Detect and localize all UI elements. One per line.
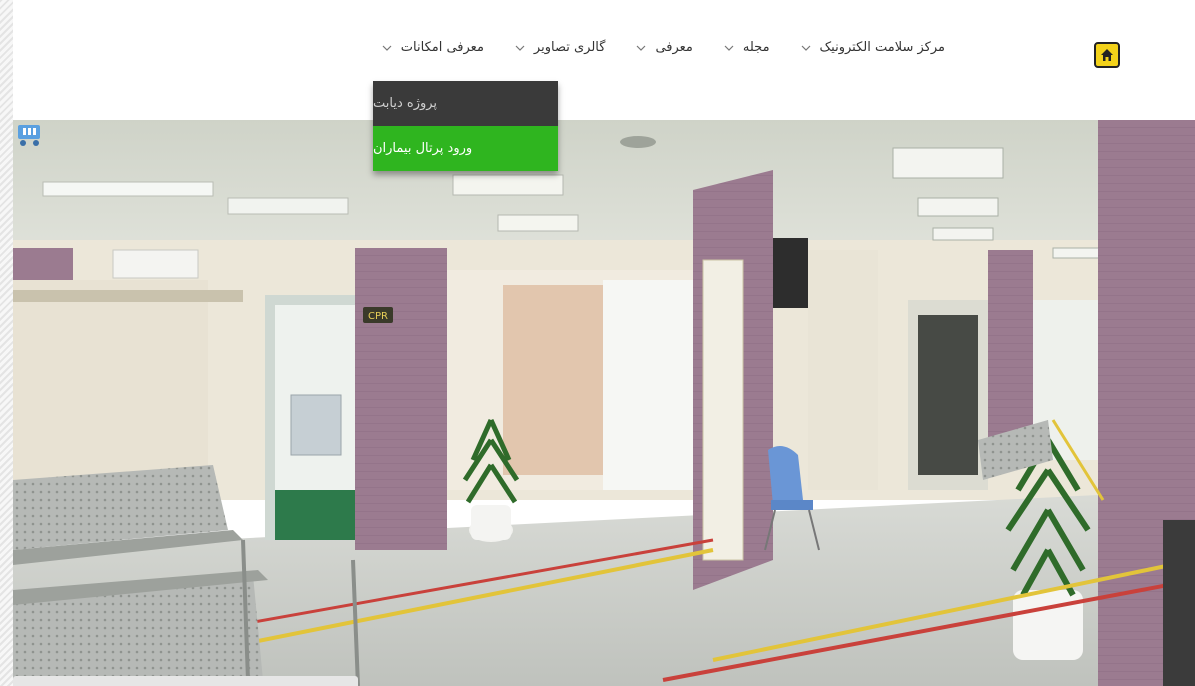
nav-item-ehealth-center[interactable]: مرکز سلامت الکترونیک — [800, 40, 945, 55]
home-button[interactable] — [1094, 42, 1120, 68]
chevron-down-icon — [637, 45, 646, 51]
dropdown-item-patient-portal[interactable]: ورود پرتال بیماران — [373, 126, 558, 171]
scroll-edge[interactable] — [0, 0, 14, 686]
chevron-down-icon — [801, 45, 810, 51]
dropdown-item-label: ورود پرتال بیماران — [373, 141, 473, 156]
nav-item-label: مرکز سلامت الکترونیک — [819, 40, 945, 55]
nav-item-about[interactable]: معرفی — [635, 40, 693, 55]
nav-menu: معرفی امکانات گالری تصاویر معرفی مجله مر… — [381, 40, 945, 55]
chevron-down-icon — [515, 45, 525, 51]
cpr-sign: CPR — [368, 311, 388, 322]
top-navigation: معرفی امکانات گالری تصاویر معرفی مجله مر… — [13, 0, 1195, 120]
ehealth-dropdown-menu: پروژه دیابت ورود پرتال بیماران — [373, 81, 558, 171]
bottom-panel-edge — [13, 676, 358, 686]
chevron-down-icon — [724, 45, 734, 51]
nav-item-magazine[interactable]: مجله — [723, 40, 770, 55]
cart-icon[interactable] — [14, 122, 44, 152]
home-icon — [1101, 49, 1113, 61]
chevron-down-icon — [382, 45, 392, 51]
dropdown-item-label: پروژه دیابت — [373, 96, 438, 111]
nav-item-label: گالری تصاویر — [533, 40, 606, 55]
dropdown-item-diabetes-project[interactable]: پروژه دیابت — [373, 81, 558, 126]
nav-item-facilities[interactable]: معرفی امکانات — [381, 40, 484, 55]
page: معرفی امکانات گالری تصاویر معرفی مجله مر… — [0, 0, 1195, 686]
nav-item-label: مجله — [742, 40, 770, 55]
nav-item-label: معرفی امکانات — [400, 40, 484, 55]
nav-item-gallery[interactable]: گالری تصاویر — [514, 40, 606, 55]
nav-item-label: معرفی — [655, 40, 693, 55]
hospital-corridor-illustration: CPR — [13, 120, 1195, 686]
hero-image: CPR — [13, 120, 1195, 686]
